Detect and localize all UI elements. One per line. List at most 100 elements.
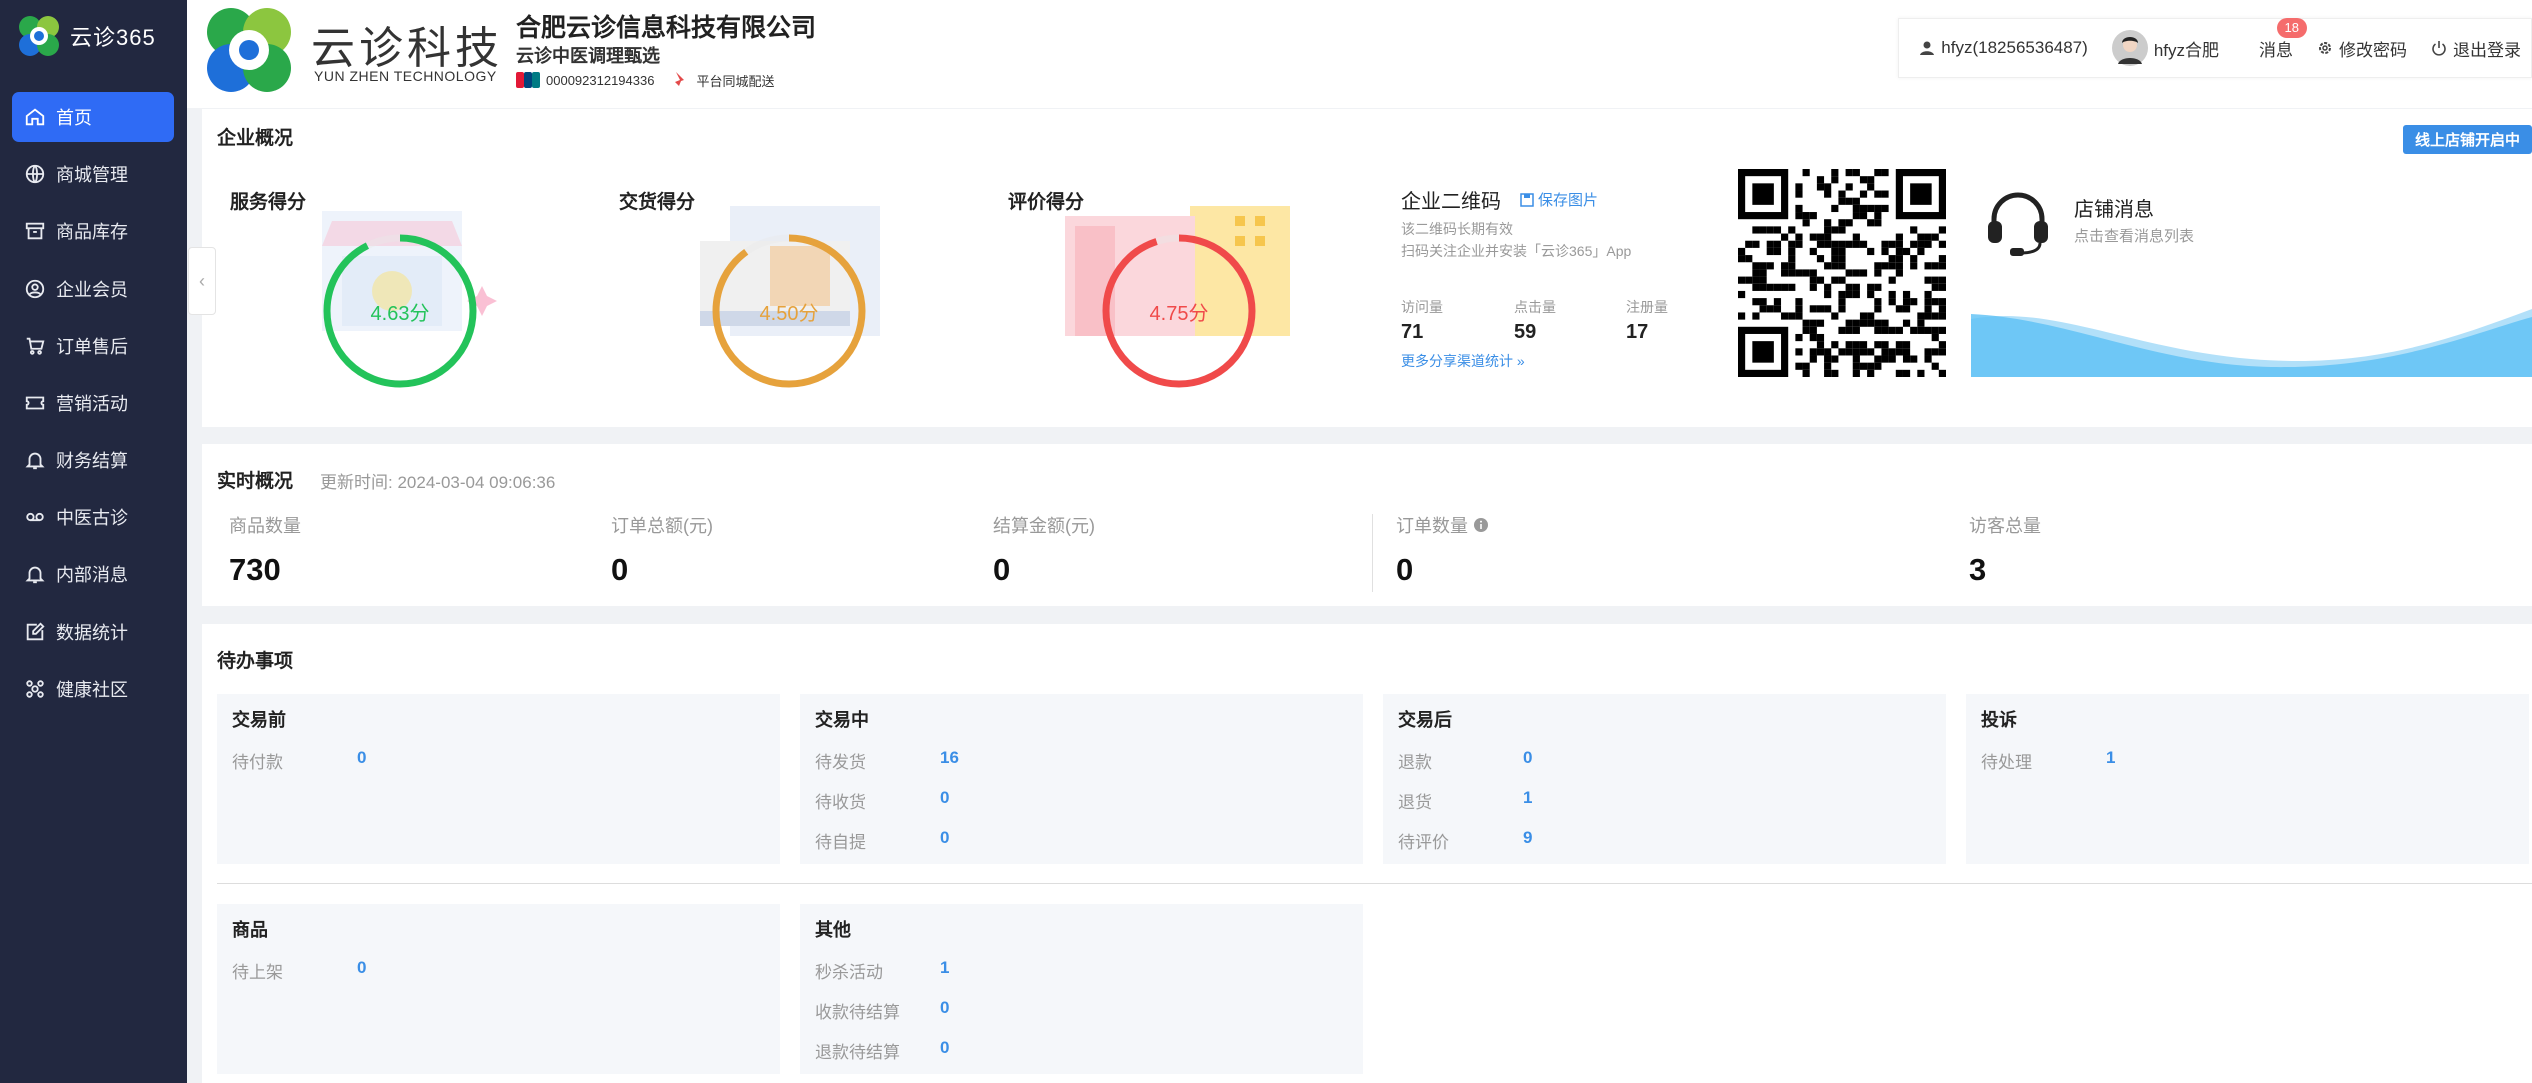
todo-row[interactable]: 收款待结算 0 <box>815 998 949 1023</box>
sidebar-item-members[interactable]: 企业会员 <box>12 264 174 314</box>
todo-group-other: 其他 秒杀活动 1 收款待结算 0 退款待结算 0 <box>800 904 1363 1074</box>
logout-button[interactable]: 退出登录 <box>2431 36 2521 61</box>
order-total-value: 0 <box>611 552 629 587</box>
headset-icon[interactable] <box>1982 185 2054 257</box>
account-number: 000092312194336 <box>546 72 655 88</box>
sidebar-item-label: 企业会员 <box>56 280 128 300</box>
visits-label: 访问量 <box>1401 299 1443 315</box>
todo-row[interactable]: 待付款 0 <box>232 748 366 773</box>
todo-divider <box>217 883 2532 884</box>
sidebar-item-label: 财务结算 <box>56 451 128 471</box>
delivery-score-value: 4.50分 <box>759 303 819 325</box>
todo-group-products: 商品 待上架 0 <box>217 904 780 1074</box>
save-image-button[interactable]: 保存图片 <box>1520 189 1598 210</box>
todo-row-label: 待付款 <box>232 753 283 772</box>
todo-row-label: 退款待结算 <box>815 1043 900 1062</box>
sidebar-logo-text: 云诊365 <box>70 25 156 50</box>
save-image-label: 保存图片 <box>1538 192 1599 209</box>
change-password-button[interactable]: 修改密码 <box>2317 36 2407 61</box>
store-open-button[interactable]: 线上店铺开启中 <box>2402 125 2532 154</box>
settlement-amount-value: 0 <box>993 552 1011 587</box>
chevron-left-icon: ‹ <box>199 270 205 291</box>
messages-button[interactable]: 消息 18 <box>2259 17 2307 61</box>
sidebar-item-messages[interactable]: 内部消息 <box>12 549 174 599</box>
globe-icon <box>25 164 45 184</box>
sidebar-item-finance[interactable]: 财务结算 <box>12 435 174 485</box>
store-switcher[interactable]: hfyz合肥 <box>2111 30 2219 66</box>
realtime-title: 实时概况 <box>217 471 294 492</box>
sidebar-item-statistics[interactable]: 数据统计 <box>12 607 174 657</box>
todo-group-pre-trade: 交易前 待付款 0 <box>217 694 780 864</box>
todo-row-label: 待自提 <box>815 833 866 852</box>
todo-row-value: 1 <box>2106 748 2116 767</box>
todo-row-value: 16 <box>940 748 959 767</box>
product-count-label: 商品数量 <box>229 516 301 536</box>
sidebar-item-home[interactable]: 首页 <box>12 92 174 142</box>
voicemail-icon <box>26 512 44 522</box>
sidebar-item-community[interactable]: 健康社区 <box>12 664 174 714</box>
message-count-badge: 18 <box>2276 17 2307 38</box>
sidebar-item-orders[interactable]: 订单售后 <box>12 321 174 371</box>
todo-row[interactable]: 待评价 9 <box>1398 828 1532 853</box>
power-icon <box>2432 41 2446 56</box>
todo-card: 待办事项 交易前 待付款 0 交易中 待发货 16 待收货 0 待自提 0 交易后 退款… <box>202 624 2532 1083</box>
todo-group-title: 商品 <box>232 920 268 940</box>
info-icon[interactable] <box>1473 517 1489 533</box>
sidebar-logo[interactable]: 云诊365 <box>16 12 176 60</box>
edit-icon <box>26 622 45 641</box>
qr-note-validity: 该二维码长期有效 <box>1401 221 1513 237</box>
sidebar-item-mall[interactable]: 商城管理 <box>12 149 174 199</box>
logout-label: 退出登录 <box>2453 40 2521 60</box>
todo-group-in-trade: 交易中 待发货 16 待收货 0 待自提 0 <box>800 694 1363 864</box>
sidebar-item-inventory[interactable]: 商品库存 <box>12 206 174 256</box>
user-account[interactable]: hfyz(18256536487) <box>1919 38 2088 58</box>
sidebar-item-tcm[interactable]: 中医古诊 <box>12 492 174 542</box>
company-slogan: 云诊中医调理甄选 <box>516 46 660 66</box>
shop-messages-subtitle: 点击查看消息列表 <box>2074 228 2195 245</box>
sidebar-item-marketing[interactable]: 营销活动 <box>12 378 174 428</box>
brand-logo-icon <box>19 16 59 56</box>
update-time-value: 2024-03-04 09:06:36 <box>397 473 556 492</box>
settlement-amount-label: 结算金额(元) <box>993 516 1095 536</box>
todo-row[interactable]: 退货 1 <box>1398 788 1532 813</box>
todo-row-label: 待评价 <box>1398 833 1449 852</box>
collapse-handle[interactable]: ‹ <box>188 247 216 315</box>
todo-row[interactable]: 秒杀活动 1 <box>815 958 949 983</box>
bell-icon <box>25 566 45 584</box>
todo-row-label: 秒杀活动 <box>815 963 883 982</box>
messages-label: 消息 <box>2259 40 2293 60</box>
unionpay-icon <box>516 72 540 88</box>
todo-group-title: 其他 <box>815 920 851 940</box>
todo-row-value: 0 <box>357 748 367 767</box>
update-time: 更新时间: 2024-03-04 09:06:36 <box>320 468 555 493</box>
sidebar-item-label: 内部消息 <box>56 565 128 585</box>
todo-row[interactable]: 待自提 0 <box>815 828 949 853</box>
shop-messages-title[interactable]: 店铺消息 <box>2074 193 2154 222</box>
todo-row[interactable]: 待处理 1 <box>1981 748 2115 773</box>
todo-row-value: 0 <box>940 828 950 847</box>
todo-row-value: 9 <box>1523 828 1533 847</box>
store-name: hfyz合肥 <box>2153 40 2219 60</box>
save-icon <box>1520 192 1534 207</box>
todo-row[interactable]: 退款 0 <box>1398 748 1532 773</box>
order-total-label: 订单总额(元) <box>611 516 713 536</box>
todo-row-label: 待上架 <box>232 963 283 982</box>
todo-row[interactable]: 待上架 0 <box>232 958 366 983</box>
todo-row-value: 0 <box>357 958 367 977</box>
todo-group-title: 交易后 <box>1398 710 1452 730</box>
todo-group-title: 交易前 <box>232 710 286 730</box>
order-count-value: 0 <box>1396 552 1414 587</box>
sidebar-item-label: 订单售后 <box>56 337 128 357</box>
todo-title: 待办事项 <box>217 651 294 672</box>
sidebar-item-label: 商品库存 <box>56 222 128 242</box>
visitor-total-value: 3 <box>1969 552 1987 587</box>
user-name: hfyz(18256536487) <box>1941 38 2088 57</box>
todo-row[interactable]: 退款待结算 0 <box>815 1038 949 1063</box>
user-toolbar: hfyz(18256536487) hfyz合肥 消息 18 修改密码 退出登录 <box>1898 17 2532 78</box>
qr-title: 企业二维码 <box>1401 191 1501 213</box>
todo-row[interactable]: 待发货 16 <box>815 748 959 773</box>
more-share-stats-link[interactable]: 更多分享渠道统计 » <box>1401 351 1525 371</box>
todo-row[interactable]: 待收货 0 <box>815 788 949 813</box>
brand-english-name: YUN ZHEN TECHNOLOGY <box>314 68 497 84</box>
todo-group-title: 交易中 <box>815 710 869 730</box>
